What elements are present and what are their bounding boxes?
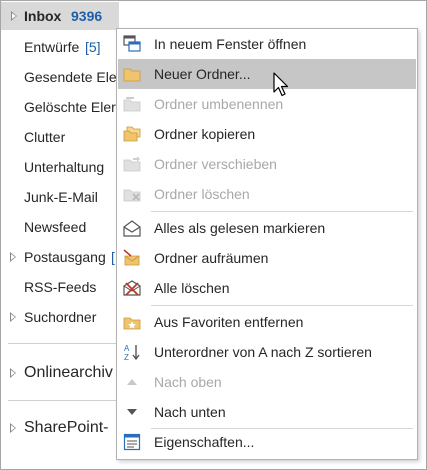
delete-folder-icon <box>123 189 141 202</box>
menu-item-clean-up[interactable]: Ordner aufräumen <box>118 243 416 273</box>
copy-folder-icon <box>123 126 141 142</box>
menu-separator <box>151 305 413 306</box>
menu-item-label: Nach unten <box>154 404 226 420</box>
menu-item-label: Neuer Ordner... <box>154 66 251 82</box>
folder-inbox[interactable]: Inbox 9396 <box>1 2 119 30</box>
context-menu: In neuem Fenster öffnen Neuer Ordner... … <box>116 28 418 460</box>
menu-item-open-new-window[interactable]: In neuem Fenster öffnen <box>118 29 416 59</box>
folder-label: Junk-E-Mail <box>24 189 98 205</box>
divider <box>8 400 118 401</box>
menu-item-move-up[interactable]: Nach oben <box>118 367 416 397</box>
menu-item-delete-all[interactable]: Alle löschen <box>118 273 416 303</box>
menu-item-label: Aus Favoriten entfernen <box>154 314 304 330</box>
svg-text:Z: Z <box>124 353 129 361</box>
unread-count: 9396 <box>71 8 103 24</box>
menu-item-remove-favorite[interactable]: Aus Favoriten entfernen <box>118 307 416 337</box>
menu-item-move-down[interactable]: Nach unten <box>118 397 416 427</box>
expand-arrow-icon[interactable] <box>10 312 16 322</box>
sort-az-icon: A Z <box>124 344 140 361</box>
folder-label: Inbox <box>24 8 62 24</box>
menu-item-properties[interactable]: Eigenschaften... <box>118 427 416 457</box>
remove-favorite-icon <box>123 317 141 330</box>
move-up-icon <box>127 379 137 385</box>
menu-item-rename-folder[interactable]: Ordner umbenennen <box>118 89 416 119</box>
mouse-pointer-icon <box>273 72 289 97</box>
folder-label: RSS-Feeds <box>24 279 97 295</box>
item-count: [ <box>111 249 115 265</box>
folder-label: Unterhaltung <box>24 159 105 175</box>
folder-label: Suchordner <box>24 309 97 325</box>
properties-icon <box>123 433 141 451</box>
group-label: Onlinearchiv <box>24 364 113 381</box>
menu-item-new-folder[interactable]: Neuer Ordner... <box>118 59 416 89</box>
folder-label: Postausgang <box>24 249 106 265</box>
menu-item-label: Alles als gelesen markieren <box>154 220 326 236</box>
expand-arrow-icon[interactable] <box>10 368 16 378</box>
folder-label: Gelöschte Eler <box>24 99 116 115</box>
menu-item-label: Ordner kopieren <box>154 126 256 142</box>
folder-label: Newsfeed <box>24 219 87 235</box>
menu-item-label: Ordner verschieben <box>154 156 277 172</box>
folder-label: Entwürfe <box>24 39 80 55</box>
folder-label: Clutter <box>24 129 66 145</box>
move-folder-icon <box>123 156 141 172</box>
menu-item-copy-folder[interactable]: Ordner kopieren <box>118 119 416 149</box>
menu-item-label: Nach oben <box>154 374 222 390</box>
expand-arrow-icon[interactable] <box>11 11 17 21</box>
delete-all-icon <box>123 280 141 296</box>
svg-text:A: A <box>124 344 130 353</box>
mark-read-icon <box>123 220 141 237</box>
menu-item-label: Alle löschen <box>154 280 230 296</box>
expand-arrow-icon[interactable] <box>10 423 16 433</box>
folder-label: Gesendete Ele <box>24 69 117 85</box>
menu-item-label: Unterordner von A nach Z sortieren <box>154 344 372 360</box>
menu-item-move-folder[interactable]: Ordner verschieben <box>118 149 416 179</box>
menu-item-label: Eigenschaften... <box>154 434 255 450</box>
menu-item-label: Ordner löschen <box>154 186 250 202</box>
menu-item-sort-az[interactable]: A Z Unterordner von A nach Z sortieren <box>118 337 416 367</box>
menu-separator <box>151 211 413 212</box>
group-label: SharePoint- <box>24 419 109 436</box>
new-folder-icon <box>123 68 141 82</box>
menu-item-label: Ordner aufräumen <box>154 250 269 266</box>
menu-item-mark-all-read[interactable]: Alles als gelesen markieren <box>118 213 416 243</box>
divider <box>8 343 118 344</box>
menu-item-label: Ordner umbenennen <box>154 96 284 112</box>
expand-arrow-icon[interactable] <box>10 252 16 262</box>
new-window-icon <box>123 35 141 52</box>
clean-up-icon <box>123 249 140 266</box>
menu-item-delete-folder[interactable]: Ordner löschen <box>118 179 416 209</box>
item-count: [5] <box>85 39 101 55</box>
rename-folder-icon <box>123 97 141 112</box>
menu-item-label: In neuem Fenster öffnen <box>154 36 307 52</box>
move-down-icon <box>127 409 137 415</box>
